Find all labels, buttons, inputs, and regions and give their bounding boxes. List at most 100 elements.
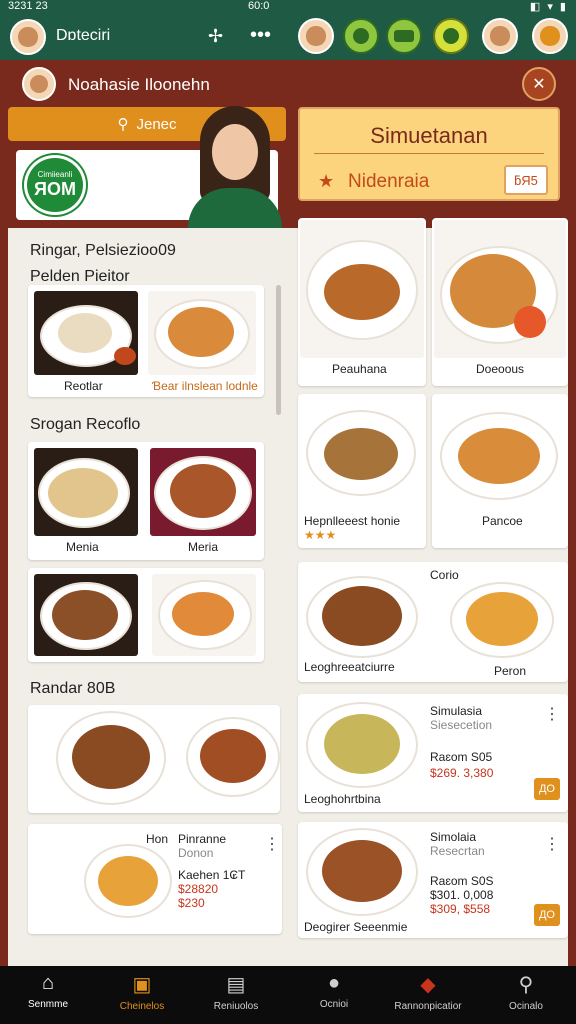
dish-caption: Pancoe xyxy=(482,514,523,528)
nav-chat[interactable]: ● Ocnioi xyxy=(286,972,382,1010)
card-detail: Raɛom S0S xyxy=(430,874,494,888)
bottom-nav: ⌂ Senmme ▣ Cheinelos ▤ Reniuolos ● Ocnio… xyxy=(0,966,576,1024)
dish-caption: Menia xyxy=(66,540,99,554)
status-time: 3231 23 xyxy=(8,0,48,12)
dish-card-1[interactable]: Reotlar Ɓear ilnslean lodnle xyxy=(28,285,264,397)
section-title-2: Pelden Pieitor xyxy=(30,268,130,285)
nav-label: Ocinalo xyxy=(509,1001,543,1012)
close-icon: ✕ xyxy=(532,76,546,93)
menu-card-2[interactable]: Doeoous xyxy=(432,218,568,386)
search-icon: ⚲ xyxy=(117,116,129,133)
sub-header: Noahasie Iloonehn ✕ xyxy=(8,60,568,108)
user-avatar[interactable] xyxy=(22,67,56,101)
dish-price: $230 xyxy=(178,896,205,910)
simulation-card[interactable]: Simuetanan ★ Nidenraia ƃЯ5 xyxy=(298,107,560,201)
section-title-4: Randar 80B xyxy=(30,680,116,697)
nav-label: Senmme xyxy=(27,999,68,1010)
app-title: Dɒteciri xyxy=(56,27,111,44)
dish-photo xyxy=(434,220,566,358)
bag-icon: ▤ xyxy=(226,974,246,996)
dish-caption: Peron xyxy=(494,664,527,678)
app-bar: Dɒteciri ✢ ••• xyxy=(0,14,576,60)
dish-card-5[interactable]: Hon Pinranne Donon Kaehen 1₢T $28820 $23… xyxy=(28,824,282,934)
more-vert-icon[interactable]: ⋮ xyxy=(544,704,560,724)
story-badge-2[interactable] xyxy=(386,18,422,54)
card-title: Simolaia xyxy=(430,830,477,844)
sparkle-icon[interactable]: ✢ xyxy=(208,26,223,47)
dish-card-3[interactable] xyxy=(28,568,264,662)
chat-icon: ● xyxy=(327,972,341,994)
card-price: $309, $558 xyxy=(430,902,491,916)
story-avatar-1[interactable] xyxy=(298,18,334,54)
story-avatar-2[interactable] xyxy=(482,18,518,54)
nav-search[interactable]: ⚲ Ocinalo xyxy=(478,972,574,1012)
dish-card-4[interactable] xyxy=(28,705,280,813)
promo-badge-big: ЯOM xyxy=(34,179,76,199)
profile-avatar[interactable] xyxy=(10,19,46,55)
promo-badge-small: Cimiieanli xyxy=(37,170,73,179)
section-title-1: Ringar, Pelsiezioo09 xyxy=(30,242,176,259)
dish-photo xyxy=(34,291,138,375)
simulation-subtitle: Nidenraia xyxy=(348,171,430,192)
menu-card-6[interactable]: Simulasia Siesecetion Raɛom S05 $269. 3,… xyxy=(298,694,568,812)
notification-icon: ◆ xyxy=(420,974,436,996)
status-clock: 60:0 xyxy=(248,0,270,12)
promo-badge: Cimiieanli ЯOM xyxy=(24,155,86,215)
add-button[interactable]: ДO xyxy=(534,904,560,926)
home-icon: ⌂ xyxy=(41,972,55,994)
dish-photo xyxy=(300,220,424,358)
dish-photo xyxy=(150,448,256,536)
menu-card-3[interactable]: Hepnlleeest honie ★★★ xyxy=(298,394,426,548)
search-label: Jenec xyxy=(136,115,177,133)
dish-photo xyxy=(152,574,256,656)
nav-bag[interactable]: ▤ Reniuolos xyxy=(188,972,284,1012)
nav-label: Cheinelos xyxy=(119,1001,165,1012)
dish-caption: Deogirer Seeenmie xyxy=(304,920,408,934)
dish-caption: Doeoous xyxy=(476,362,525,376)
menu-card-7[interactable]: Simolaia Resecrtan Raɛom S0S $301. 0,008… xyxy=(298,822,568,938)
story-badge-1[interactable] xyxy=(343,18,379,54)
dish-price: $28820 xyxy=(178,882,219,896)
dish-caption: Leoghreeatciurre xyxy=(304,660,395,674)
card-detail: $301. 0,008 xyxy=(430,888,494,902)
dish-photo xyxy=(148,291,256,375)
menu-card-5[interactable]: Corio Leoghreeatciurre Peron xyxy=(298,562,568,682)
card-title: Simulasia xyxy=(430,704,483,718)
menu-book-icon: ▣ xyxy=(132,974,152,996)
status-bar: 3231 23 60:0 ◧ ▾ ▮ xyxy=(0,0,576,14)
main-panel: Noahasie Iloonehn ✕ ⚲ Jenec Cimiieanli Я… xyxy=(8,60,568,966)
dish-caption: Ɓear ilnslean lodnle xyxy=(152,379,258,393)
scrollbar[interactable] xyxy=(276,285,281,415)
more-icon[interactable]: ••• xyxy=(250,24,271,47)
card-subtitle: Siesecetion xyxy=(430,718,493,732)
dish-label: Donon xyxy=(178,846,214,860)
rating-stars: ★★★ xyxy=(304,528,337,542)
dish-caption: Reotlar xyxy=(64,379,103,393)
status-icons: ◧ ▾ ▮ xyxy=(529,1,568,13)
menu-card-4[interactable]: Pancoe xyxy=(432,394,568,548)
dish-label: Pinranne xyxy=(178,832,227,846)
close-button[interactable]: ✕ xyxy=(522,67,556,101)
simulation-title: Simuetanan xyxy=(370,123,488,148)
dish-card-2[interactable]: Menia Meria xyxy=(28,442,264,560)
add-button[interactable]: ДO xyxy=(534,778,560,800)
user-name: Noahasie Iloonehn xyxy=(68,75,210,94)
card-detail: Raɛom S05 xyxy=(430,750,493,764)
dish-caption: Meria xyxy=(188,540,219,554)
dish-caption: Leoghohrtbina xyxy=(304,792,381,806)
nav-menu[interactable]: ▣ Cheinelos xyxy=(94,972,190,1012)
nav-notifications[interactable]: ◆ Rannonpicatior xyxy=(380,972,476,1012)
more-vert-icon[interactable]: ⋮ xyxy=(544,834,560,854)
section-title-3: Srogan Recoflo xyxy=(30,416,141,433)
dish-label: Hon xyxy=(146,832,169,846)
more-vert-icon[interactable]: ⋮ xyxy=(264,834,280,854)
location-icon: ★ xyxy=(318,171,335,191)
menu-card-1[interactable]: Peauhana xyxy=(298,218,426,386)
story-avatar-3[interactable] xyxy=(532,18,568,54)
dish-photo xyxy=(34,448,138,536)
nav-home[interactable]: ⌂ Senmme xyxy=(0,972,96,1010)
card-price: $269. 3,380 xyxy=(430,766,494,780)
simulation-button[interactable]: ƃЯ5 xyxy=(504,165,548,195)
dish-photo xyxy=(34,574,138,656)
story-badge-3[interactable] xyxy=(433,18,469,54)
